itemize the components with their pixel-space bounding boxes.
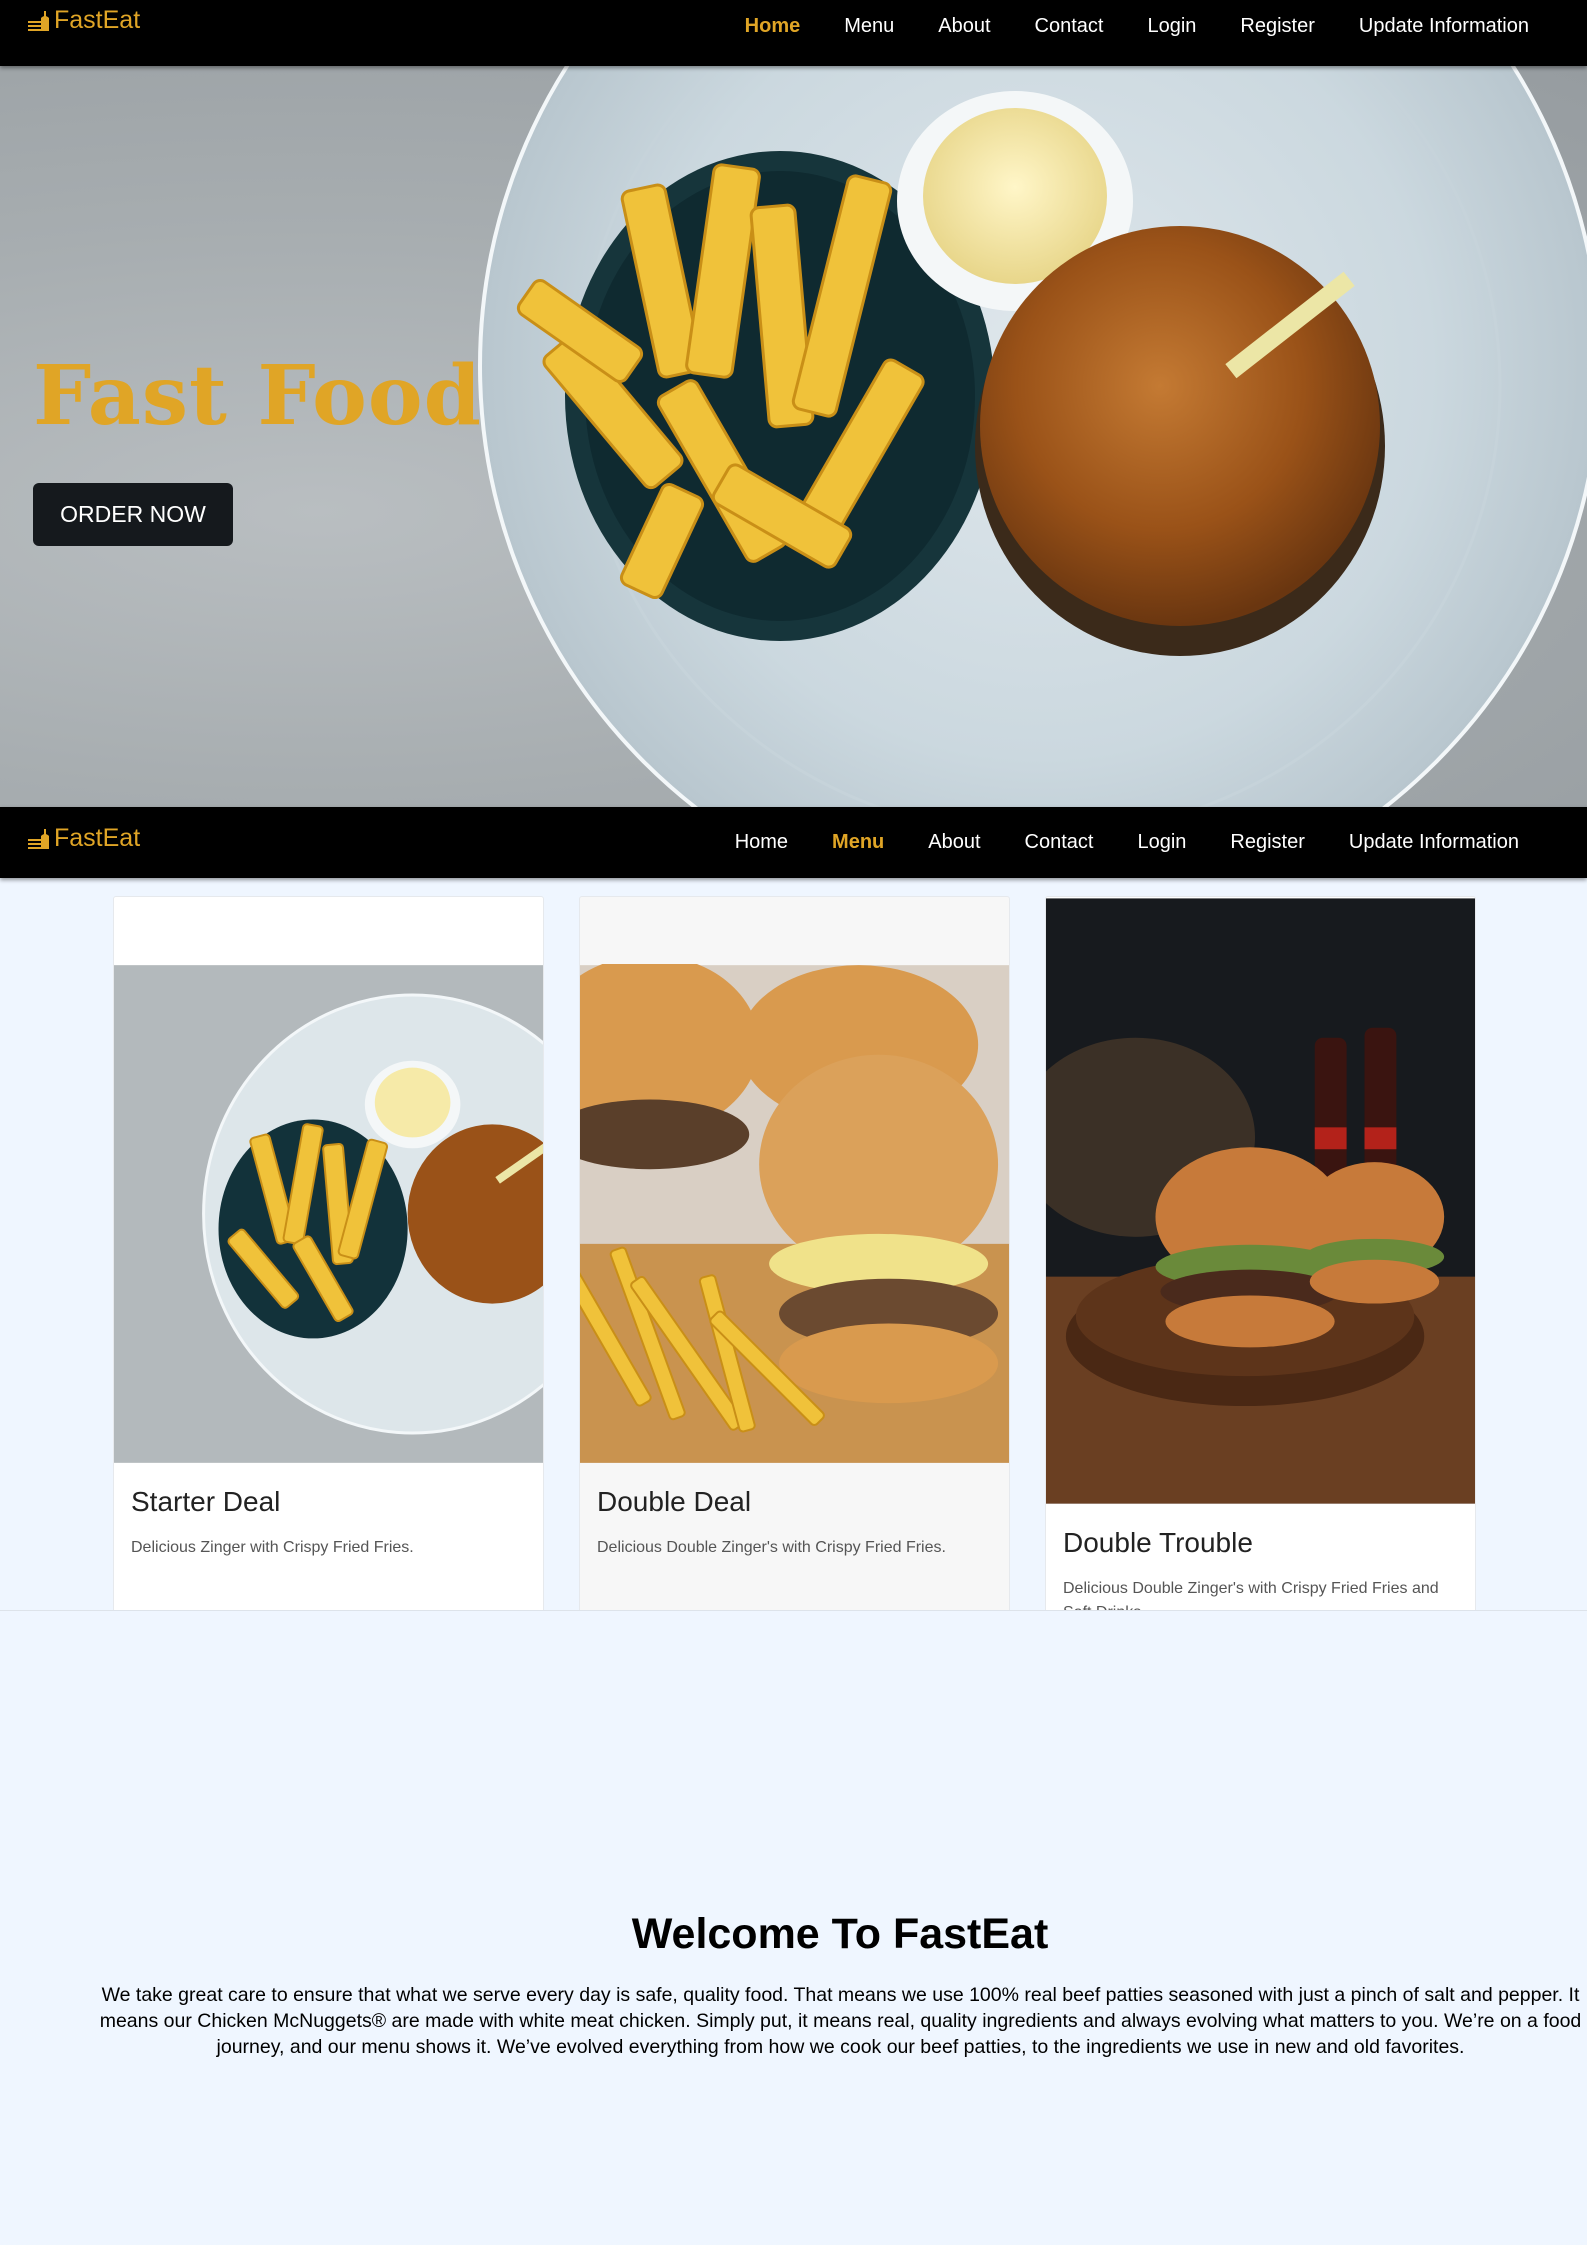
brand-name: FastEat [54, 824, 141, 852]
menu-card[interactable]: Starter Deal Delicious Zinger with Crisp… [113, 896, 544, 1610]
card-text: Delicious Zinger with Crispy Fried Fries… [131, 1539, 414, 1556]
menu-navbar: FastEat Home Menu About Contact Login Re… [0, 807, 1587, 878]
burger-stack-icon [28, 829, 49, 849]
menu-nav-links: Home Menu About Contact Login Register U… [713, 807, 1541, 878]
nav-home[interactable]: Home [723, 15, 823, 38]
nav-login[interactable]: Login [1115, 831, 1208, 854]
nav-login[interactable]: Login [1125, 15, 1218, 38]
nav-register[interactable]: Register [1208, 831, 1326, 854]
welcome-title: Welcome To FastEat [631, 1910, 1049, 1958]
nav-contact[interactable]: Contact [1003, 831, 1116, 854]
burger-and-fries-plate-photo [114, 965, 543, 1463]
top-nav-links: Home Menu About Contact Login Register U… [723, 0, 1551, 52]
top-navbar: FastEat Home Menu About Contact Login Re… [0, 0, 1587, 66]
nav-register[interactable]: Register [1218, 15, 1336, 38]
nav-contact[interactable]: Contact [1013, 15, 1126, 38]
menu-card[interactable]: Double Deal Delicious Double Zinger's wi… [579, 896, 1010, 1610]
menu-card[interactable]: Double Trouble Delicious Double Zinger's… [1045, 896, 1476, 1610]
card-text: Delicious Double Zinger's with Crispy Fr… [597, 1539, 946, 1556]
brand-logo[interactable]: FastEat [26, 824, 140, 853]
nav-menu[interactable]: Menu [822, 15, 916, 38]
nav-about[interactable]: About [906, 831, 1002, 854]
nav-update-information[interactable]: Update Information [1327, 831, 1541, 854]
hero-section: Fast Food ORDER NOW [0, 66, 1587, 808]
nav-update-information[interactable]: Update Information [1337, 15, 1551, 38]
burger-stack-icon [28, 11, 49, 31]
nav-about[interactable]: About [916, 15, 1012, 38]
burgers-and-cola-photo [1046, 898, 1475, 1504]
order-now-button[interactable]: ORDER NOW [33, 483, 233, 546]
hero-title: Fast Food [33, 348, 482, 444]
card-text: Delicious Double Zinger's with Crispy Fr… [1063, 1580, 1439, 1610]
double-burger-fries-photo [580, 964, 1009, 1463]
menu-cards-section: Starter Deal Delicious Zinger with Crisp… [0, 878, 1587, 1611]
brand-logo[interactable]: FastEat [26, 6, 140, 35]
card-title: Double Deal [597, 1486, 752, 1517]
nav-menu[interactable]: Menu [810, 831, 906, 854]
welcome-text: We take great care to ensure that what w… [99, 1984, 1582, 2058]
brand-name: FastEat [54, 6, 141, 34]
nav-home[interactable]: Home [713, 831, 810, 854]
card-title: Double Trouble [1063, 1527, 1253, 1558]
card-title: Starter Deal [131, 1486, 281, 1517]
